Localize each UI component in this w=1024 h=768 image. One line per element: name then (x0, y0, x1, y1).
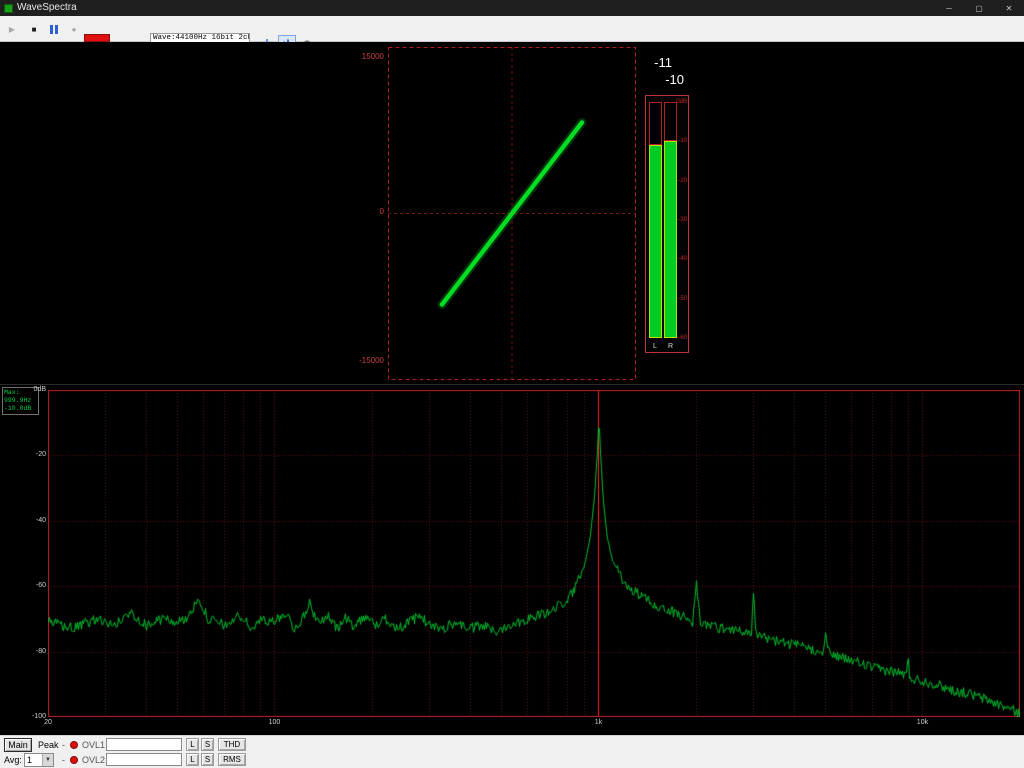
statusbar-row-1: Main Peak - OVL1 L S THD (0, 738, 1024, 753)
window-title: WaveSpectra (17, 2, 77, 13)
spectrum-y-tick: 0dB (33, 386, 46, 393)
spectrum-x-tick: 10k (916, 719, 929, 726)
main-button[interactable]: Main (4, 738, 32, 752)
lissajous-display (388, 47, 636, 380)
peak-mode-label: Peak (38, 740, 59, 750)
avg-label: Avg: (4, 755, 22, 765)
meter-scale-label: -10 (678, 138, 687, 145)
maximize-icon[interactable]: ▢ (964, 0, 994, 16)
caption-buttons: ─ ▢ ✕ (934, 0, 1024, 16)
meter-overload-zone (664, 102, 677, 142)
stop-button[interactable]: ■ (26, 21, 42, 37)
ovl2-indicator (70, 756, 78, 764)
thd-button[interactable]: THD (218, 738, 246, 751)
ovl1-indicator (70, 741, 78, 749)
s-button-2[interactable]: S (201, 753, 214, 766)
toolbar: ▶ ■ ● Wave:44100Hz 16bit 2ch FFT:32768 R… (0, 16, 1024, 56)
meter-scale-label: -60 (678, 335, 687, 341)
spectrum-y-tick: -20 (35, 451, 46, 459)
ovl2-label: OVL2 (82, 755, 106, 765)
spectrum-x-tick: 1k (594, 719, 603, 726)
spectrum-y-tick: -80 (35, 647, 46, 655)
play-button[interactable]: ▶ (4, 21, 20, 37)
statusbar: Main Peak - OVL1 L S THD Avg: 1 ▼ - OVL2… (0, 735, 1024, 768)
ovl2-input[interactable] (106, 753, 182, 766)
spectrum-plot (48, 390, 1020, 717)
overload-indicator (84, 34, 110, 42)
stop-icon: ■ (31, 24, 37, 34)
meter-fill-left (649, 145, 662, 338)
meter-channel-label-right: R (668, 343, 674, 350)
rms-button[interactable]: RMS (218, 753, 246, 766)
peak-info-level: -10.0dB (4, 405, 32, 412)
play-icon: ▶ (8, 24, 16, 34)
meter-bar-left (649, 102, 662, 338)
titlebar: WaveSpectra ─ ▢ ✕ (0, 0, 1024, 16)
meter-scale-label: -40 (678, 256, 687, 263)
pane-splitter[interactable] (0, 384, 1024, 385)
separator: - (62, 755, 65, 765)
meter-readout-right: -10 (665, 72, 684, 87)
meter-channel-label-left: L (653, 343, 657, 350)
record-icon: ● (71, 24, 77, 34)
lissajous-max-label: 15000 (361, 52, 384, 61)
chevron-down-icon[interactable]: ▼ (42, 754, 53, 766)
close-icon[interactable]: ✕ (994, 0, 1024, 16)
pause-button[interactable] (46, 21, 62, 37)
l-button-1[interactable]: L (186, 738, 199, 751)
meter-scale-label: 0dB (676, 99, 687, 105)
meter-readout-left: -11 (654, 55, 672, 70)
spectrum-y-tick: -60 (35, 582, 46, 590)
l-button-2[interactable]: L (186, 753, 199, 766)
record-button[interactable]: ● (66, 21, 82, 37)
app-icon (4, 3, 13, 13)
avg-value: 1 (27, 755, 33, 765)
lissajous-zero-label: 0 (379, 207, 384, 216)
ovl1-label: OVL1 (82, 740, 106, 750)
s-button-1[interactable]: S (201, 738, 214, 751)
statusbar-row-2: Avg: 1 ▼ - OVL2 L S RMS (0, 753, 1024, 768)
ovl1-input[interactable] (106, 738, 182, 751)
spectrum-y-tick: -40 (35, 516, 46, 524)
meter-scale-label: -30 (678, 217, 687, 223)
meter-overload-zone (649, 102, 662, 146)
meter-fill-right (664, 141, 677, 338)
spectrum-x-tick: 20 (44, 719, 52, 726)
level-meter: 0dB -10 -20 -30 -40 -50 -60 L R (645, 95, 689, 353)
separator: - (62, 740, 65, 750)
avg-dropdown[interactable]: 1 ▼ (24, 753, 54, 767)
minimize-icon[interactable]: ─ (934, 0, 964, 16)
pause-icon (50, 24, 53, 34)
meter-scale-label: -20 (678, 177, 687, 184)
pause-icon (55, 24, 58, 34)
spectrum-x-tick: 100 (268, 719, 281, 726)
peak-info-freq: 999.9Hz (4, 397, 32, 404)
lissajous-min-label: -15000 (359, 356, 384, 365)
meter-scale-label: -50 (678, 295, 687, 302)
